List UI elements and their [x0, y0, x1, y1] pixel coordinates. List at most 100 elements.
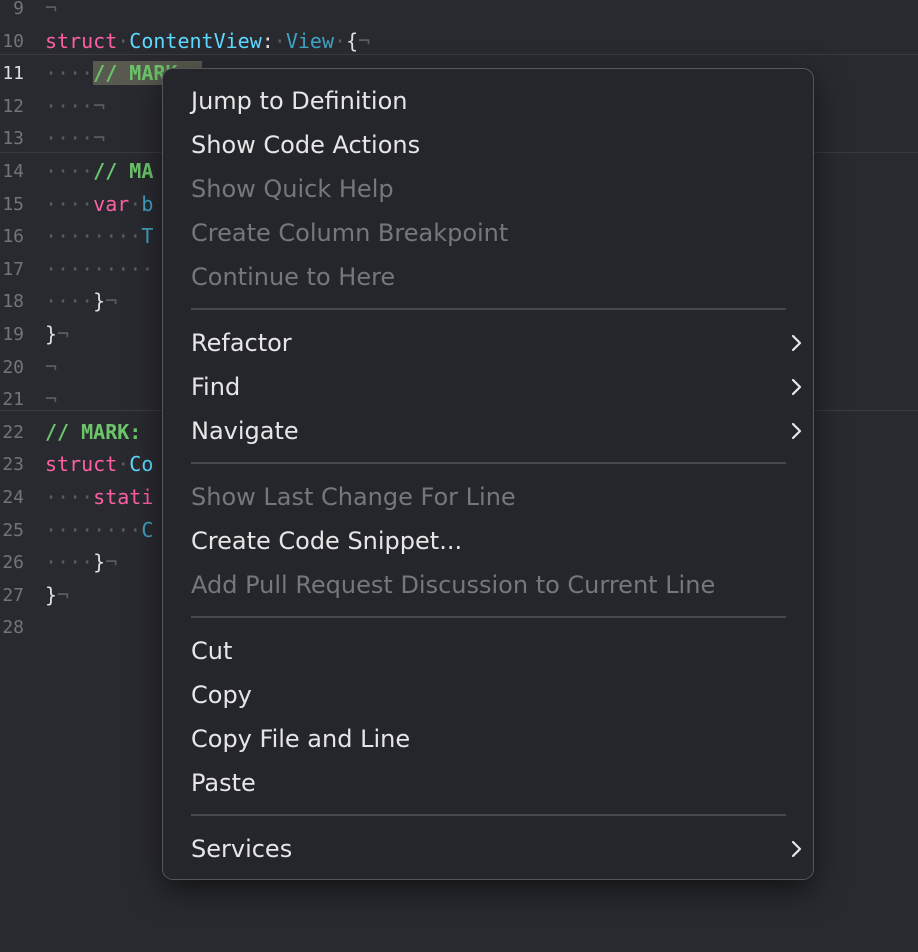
context-menu: Jump to Definition Show Code Actions Show … [162, 68, 814, 880]
code-token: struct [45, 452, 118, 477]
line-number: 19 [2, 324, 24, 345]
menu-item-navigate[interactable]: Navigate [191, 411, 802, 451]
menu-item-refactor[interactable]: Refactor [191, 323, 802, 363]
chevron-right-icon [791, 367, 803, 396]
menu-item-services[interactable]: Services [191, 829, 802, 869]
code-text: ¬ [45, 383, 57, 416]
code-text: ········C [45, 514, 153, 547]
menu-item-jump-to-definition[interactable]: Jump to Definition [191, 81, 791, 121]
code-token: stati [93, 485, 154, 509]
menu-item-copy-file-and-line[interactable]: Copy File and Line [191, 719, 791, 759]
line-number: 28 [2, 617, 24, 639]
code-token: C [141, 517, 154, 542]
menu-item-create-code-snippet[interactable]: Create Code Snippet... [191, 521, 791, 561]
code-token: ····¬ [45, 93, 106, 118]
line-number: 12 [2, 95, 24, 117]
code-token: ¬ [45, 0, 58, 20]
code-token: ········ [45, 517, 142, 542]
code-text: ····}¬ [45, 285, 117, 318]
code-line[interactable]: 9 ¬ [0, 0, 918, 25]
code-text: struct·ContentView:·View·{¬ [45, 25, 370, 58]
line-number: 14 [2, 161, 24, 182]
menu-item-show-last-change-for-line: Show Last Change For Line [191, 477, 791, 517]
chevron-right-icon [791, 411, 803, 440]
menu-item-cut[interactable]: Cut [191, 631, 791, 671]
menu-item-label: Create Column Breakpoint [191, 219, 509, 247]
menu-item-copy[interactable]: Copy [191, 675, 791, 715]
code-text: }¬ [45, 318, 69, 351]
code-token: ········· [45, 256, 154, 281]
line-number: 10 [2, 30, 24, 52]
code-text: ········· [45, 253, 153, 286]
line-number: 26 [2, 552, 24, 574]
code-token: · [117, 452, 130, 477]
line-number: 13 [2, 128, 24, 150]
menu-item-label: Cut [191, 637, 233, 665]
menu-item-label: Refactor [191, 329, 292, 357]
code-token: ···· [45, 159, 94, 183]
menu-item-continue-to-here: Continue to Here [191, 257, 791, 297]
menu-item-label: Add Pull Request Discussion to Current L… [191, 571, 716, 599]
menu-separator [191, 308, 786, 310]
code-text: ¬ [45, 351, 57, 384]
menu-item-find[interactable]: Find [191, 367, 802, 407]
code-text: // MARK: [45, 416, 153, 449]
code-token: ···· [45, 485, 94, 509]
code-token: } [93, 550, 106, 575]
code-token: ¬ [358, 28, 371, 53]
code-token: ContentView [129, 28, 262, 53]
code-text: ····var·b [45, 188, 153, 221]
menu-item-label: Navigate [191, 417, 299, 445]
menu-item-label: Show Quick Help [191, 175, 394, 203]
code-token: ····¬ [45, 126, 106, 151]
code-token: } [93, 289, 106, 314]
menu-separator [191, 616, 786, 618]
code-token: View [285, 28, 335, 53]
code-token: ¬ [45, 354, 58, 379]
line-number: 24 [2, 487, 24, 508]
code-token: ···· [45, 550, 94, 575]
menu-item-show-code-actions[interactable]: Show Code Actions [191, 125, 791, 165]
code-token: · [273, 28, 286, 53]
code-text: ····¬ [45, 90, 105, 123]
code-text: }¬ [45, 579, 69, 612]
code-text: ¬ [45, 0, 57, 25]
line-number: 21 [2, 389, 24, 411]
code-token: } [45, 322, 58, 346]
code-line[interactable]: 10 struct·ContentView:·View·{¬ [0, 25, 918, 58]
code-token: T [141, 224, 154, 249]
code-token: ¬ [45, 387, 58, 412]
code-token: · [334, 28, 347, 53]
menu-item-label: Jump to Definition [191, 87, 408, 115]
code-token: ¬ [105, 550, 118, 575]
code-token: // MARK: [45, 419, 154, 444]
menu-item-label: Show Last Change For Line [191, 483, 516, 511]
menu-item-label: Find [191, 373, 241, 401]
code-token: { [346, 28, 359, 53]
code-token: : [261, 28, 274, 53]
menu-item-label: Services [191, 835, 293, 863]
code-token: · [129, 191, 142, 216]
menu-item-label: Show Code Actions [191, 131, 421, 159]
menu-separator [191, 462, 786, 464]
code-text: ····¬ [45, 122, 105, 155]
menu-item-paste[interactable]: Paste [191, 763, 791, 803]
line-number: 9 [13, 0, 24, 19]
code-text: ····}¬ [45, 546, 117, 579]
code-text: struct·Co [45, 448, 153, 481]
line-number: 23 [2, 454, 24, 476]
code-token: ········ [45, 224, 142, 249]
line-number: 22 [2, 421, 24, 443]
line-number: 27 [2, 584, 24, 606]
line-number: 17 [2, 258, 24, 280]
line-number: 11 [2, 63, 24, 85]
code-text: ····// MA [45, 155, 153, 188]
menu-item-add-pull-request-discussion-to-current-line: Add Pull Request Discussion to Current L… [191, 565, 791, 605]
code-token: } [45, 582, 58, 607]
menu-separator [191, 814, 786, 816]
code-token: ¬ [57, 582, 70, 607]
code-token: Co [129, 452, 154, 477]
menu-item-label: Copy [191, 681, 252, 709]
code-token: ···· [45, 61, 94, 86]
code-token: ¬ [57, 322, 70, 346]
